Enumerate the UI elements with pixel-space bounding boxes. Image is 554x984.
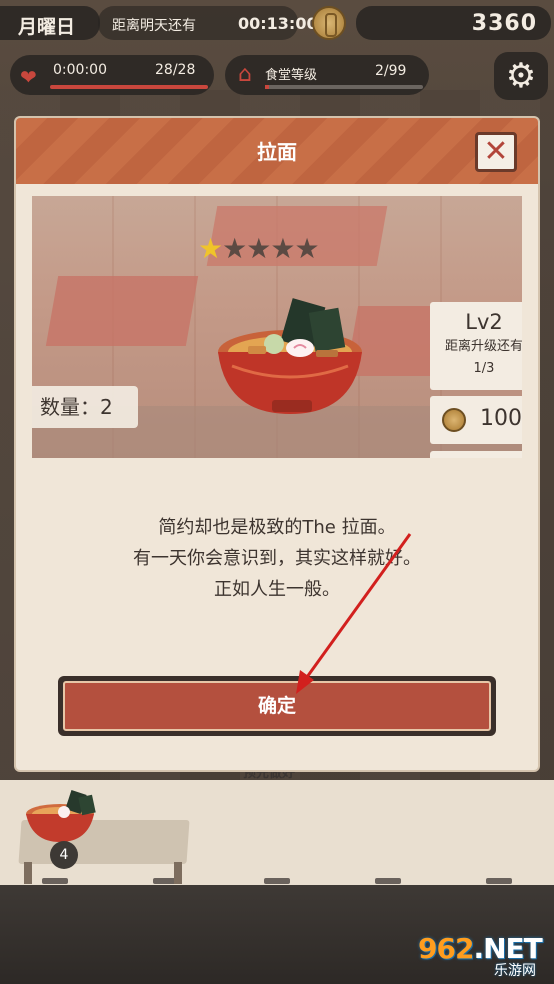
- dialog-title: 拉面: [257, 140, 297, 164]
- nav-tab[interactable]: [263, 878, 290, 884]
- description-line: 简约却也是极致的The 拉面。: [158, 517, 396, 538]
- canteen-level-value: 2/99: [375, 63, 407, 79]
- close-icon: ✕: [483, 134, 509, 169]
- countdown: 距离明天还有 00:13:00: [98, 6, 318, 40]
- level-panel: Lv2 距离升级还有 1/3: [430, 302, 522, 390]
- coin-amount: 3360: [471, 11, 537, 36]
- dish-description: 简约却也是极致的The 拉面。 有一天你会意识到，其实这样就好。 正如人生一般。: [16, 512, 538, 605]
- coin-balance: 3360: [356, 6, 551, 40]
- heart-icon: ❤: [20, 65, 37, 89]
- watermark-subtitle: 乐游网: [494, 963, 536, 979]
- day-indicator: 月曜日: [0, 6, 100, 40]
- counter-leg: [24, 862, 32, 884]
- star-icon: ★: [246, 232, 271, 265]
- ramen-bowl-small[interactable]: [24, 788, 102, 846]
- description-line: 有一天你会意识到，其实这样就好。: [133, 548, 421, 569]
- dish-price: 100: [480, 406, 522, 431]
- coin-icon: [442, 408, 466, 432]
- item-count-badge: 4: [50, 841, 78, 869]
- canteen-progress-fill: [265, 85, 269, 89]
- star-icon: ★: [222, 232, 247, 265]
- bottom-nav-tabs: [0, 878, 554, 894]
- dish-level: Lv2: [465, 310, 503, 334]
- house-icon: ⌂: [238, 62, 252, 87]
- coin-icon: [312, 6, 346, 40]
- quantity-label: 数量：2: [32, 386, 138, 428]
- rating-stars: ★★★★★: [198, 232, 320, 265]
- price-panel: 100: [430, 396, 522, 444]
- day-label: 月曜日: [18, 16, 76, 38]
- scene-table: [45, 276, 199, 346]
- confirm-button[interactable]: 确定: [58, 676, 496, 736]
- heart-count: 28/28: [155, 62, 196, 78]
- gear-icon: ⚙: [505, 56, 537, 96]
- countdown-time: 00:13:00: [238, 14, 318, 33]
- description-line: 正如人生一般。: [214, 579, 340, 600]
- canteen-progress-bar: [265, 85, 423, 89]
- nav-tab[interactable]: [485, 878, 512, 884]
- confirm-button-label: 确定: [63, 681, 491, 731]
- watermark: 962.NET 乐游网: [418, 932, 550, 980]
- dish-detail-dialog: 拉面 ✕ ★★★★★ 数量：2 Lv2 距离升级还有 1/3 100 简约却也是…: [16, 118, 538, 770]
- counter-leg: [174, 862, 182, 884]
- star-icon: ★: [198, 232, 223, 265]
- upgrade-progress: 1/3: [473, 361, 495, 376]
- canteen-level[interactable]: ⌂ 食堂等级 2/99: [225, 55, 429, 95]
- nav-tab[interactable]: [42, 878, 69, 884]
- heart-status[interactable]: ❤ 0:00:00 28/28: [10, 55, 214, 95]
- upgrade-label: 距离升级还有: [444, 339, 522, 354]
- countdown-label: 距离明天还有: [112, 18, 196, 34]
- settings-button[interactable]: ⚙: [494, 52, 548, 100]
- star-icon: ★: [294, 232, 319, 265]
- close-button[interactable]: ✕: [475, 132, 517, 172]
- ramen-bowl-icon: [218, 298, 362, 414]
- dish-scene: ★★★★★ 数量：2 Lv2 距离升级还有 1/3 100 ❤ 2: [32, 196, 522, 458]
- hearts-panel: ❤ 2: [430, 451, 522, 458]
- heart-timer: 0:00:00: [53, 62, 107, 78]
- nav-tab[interactable]: [374, 878, 401, 884]
- star-icon: ★: [270, 232, 295, 265]
- heart-progress-bar: [50, 85, 208, 89]
- canteen-level-label: 食堂等级: [265, 68, 318, 83]
